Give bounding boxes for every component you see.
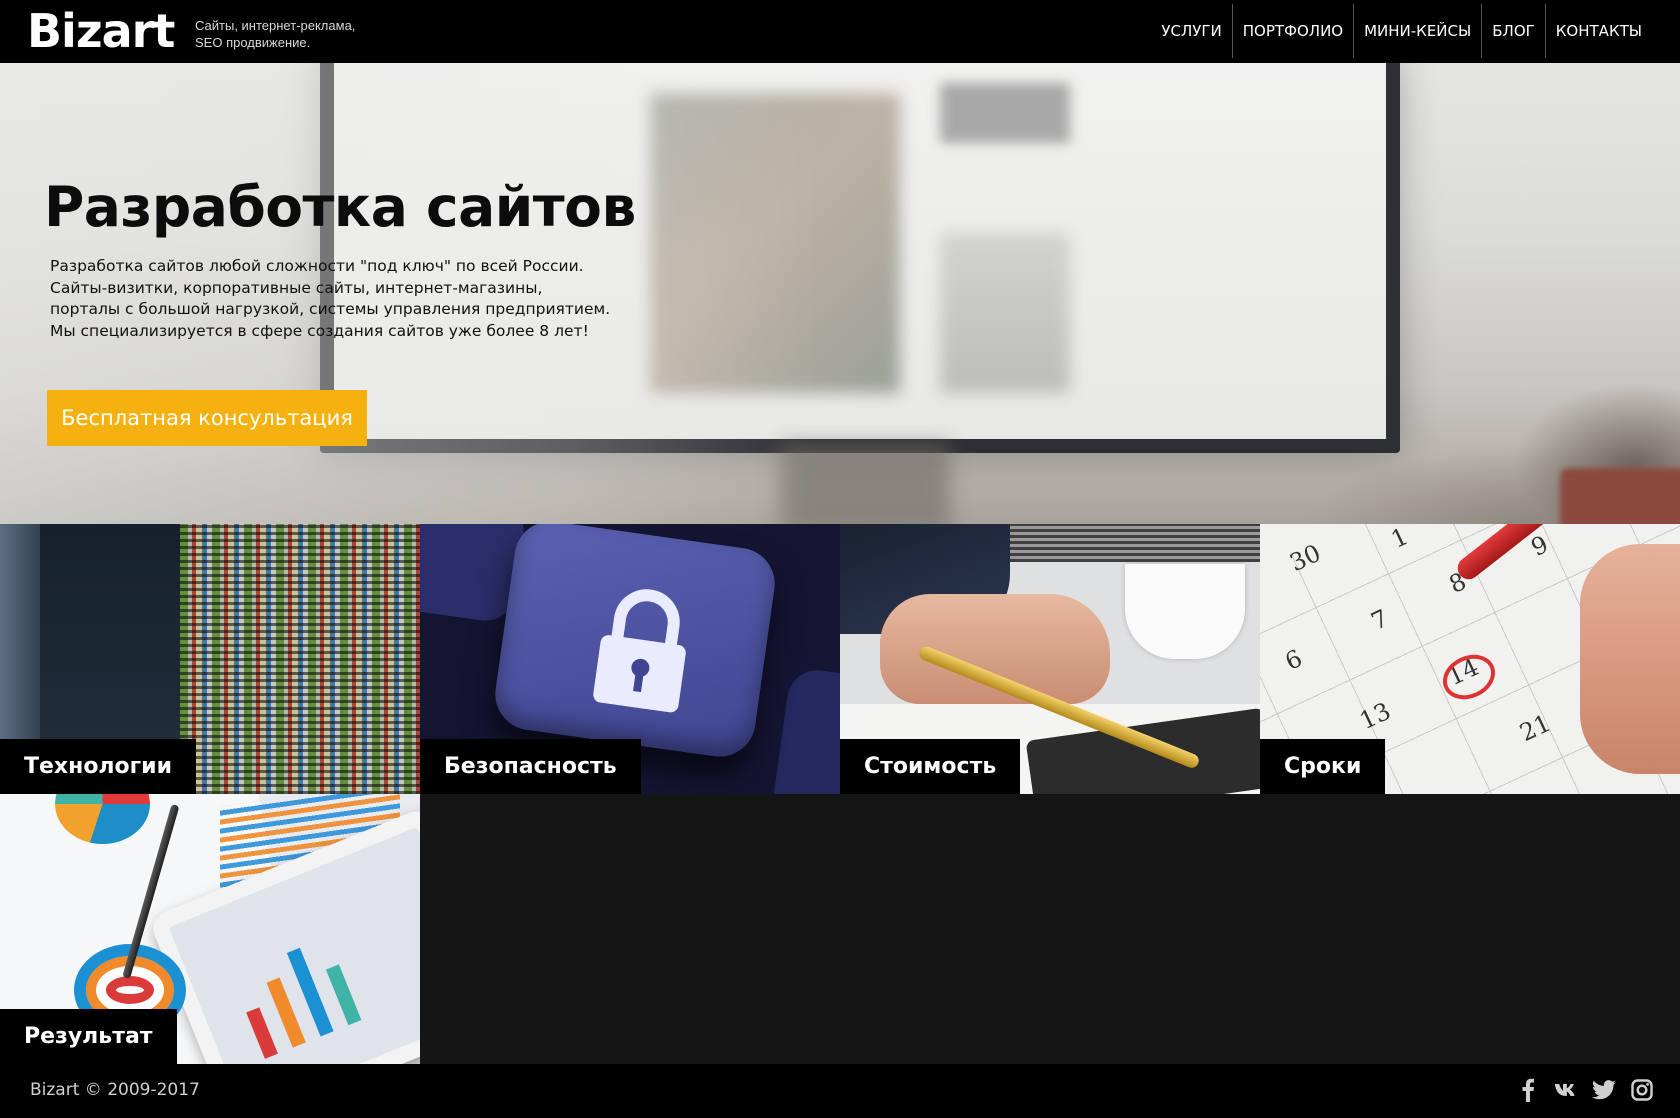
main-nav: УСЛУГИ ПОРТФОЛИО МИНИ-КЕЙСЫ БЛОГ КОНТАКТ… — [1151, 4, 1652, 58]
tile-label[interactable]: Стоимость — [840, 739, 1021, 794]
keyboard-key — [769, 666, 840, 794]
nav-item-services[interactable]: УСЛУГИ — [1151, 4, 1231, 58]
site-footer: Bizart © 2009-2017 — [0, 1064, 1680, 1118]
tile-image — [325, 964, 362, 1026]
tile-label[interactable]: Безопасность — [420, 739, 641, 794]
tagline-line-1: Сайты, интернет-реклама, — [195, 18, 356, 33]
instagram-icon[interactable] — [1630, 1078, 1654, 1102]
tagline-line-2: SEO продвижение. — [195, 35, 311, 50]
nav-item-portfolio[interactable]: ПОРТФОЛИО — [1231, 4, 1353, 58]
tile-label[interactable]: Сроки — [1260, 739, 1386, 794]
hero-title: Разработка сайтов — [44, 175, 636, 239]
hero-section: Разработка сайтов Разработка сайтов любо… — [0, 63, 1680, 524]
tile-cost[interactable]: Стоимость — [840, 524, 1260, 794]
site-header: Bizart Сайты, интернет-реклама, SEO прод… — [0, 0, 1680, 63]
tagline: Сайты, интернет-реклама, SEO продвижение… — [195, 17, 355, 51]
copyright: Bizart © 2009-2017 — [30, 1080, 200, 1100]
hero-bg-shape — [940, 83, 1070, 143]
code-image — [180, 524, 420, 794]
tile-image — [266, 977, 306, 1048]
facebook-icon[interactable] — [1516, 1078, 1540, 1102]
tile-result[interactable]: Результат — [0, 794, 420, 1064]
tile-image — [1580, 544, 1680, 774]
tile-technologies[interactable]: Технологии — [0, 524, 420, 794]
twitter-icon[interactable] — [1592, 1078, 1616, 1102]
vk-icon[interactable] — [1554, 1078, 1578, 1102]
social-links — [1516, 1078, 1654, 1102]
nav-item-mini-cases[interactable]: МИНИ-КЕЙСЫ — [1353, 4, 1481, 58]
tile-security[interactable]: Безопасность — [420, 524, 840, 794]
nav-item-blog[interactable]: БЛОГ — [1481, 4, 1545, 58]
tile-label[interactable]: Результат — [0, 1009, 177, 1064]
hero-bg-shape — [940, 233, 1070, 393]
padlock-icon — [593, 589, 686, 713]
hero-description: Разработка сайтов любой сложности "под к… — [50, 257, 611, 340]
hero-bg-cup — [1560, 468, 1680, 524]
tile-terms[interactable]: 30 1 9 8 7 6 14 13 21 22 Сроки — [1260, 524, 1680, 794]
nav-item-contacts[interactable]: КОНТАКТЫ — [1544, 4, 1652, 58]
free-consultation-button[interactable]: Бесплатная консультация — [47, 390, 367, 446]
tile-label[interactable]: Технологии — [0, 739, 196, 794]
logo[interactable]: Bizart — [27, 2, 175, 60]
tile-image — [1125, 564, 1245, 659]
tile-image — [246, 1007, 278, 1059]
